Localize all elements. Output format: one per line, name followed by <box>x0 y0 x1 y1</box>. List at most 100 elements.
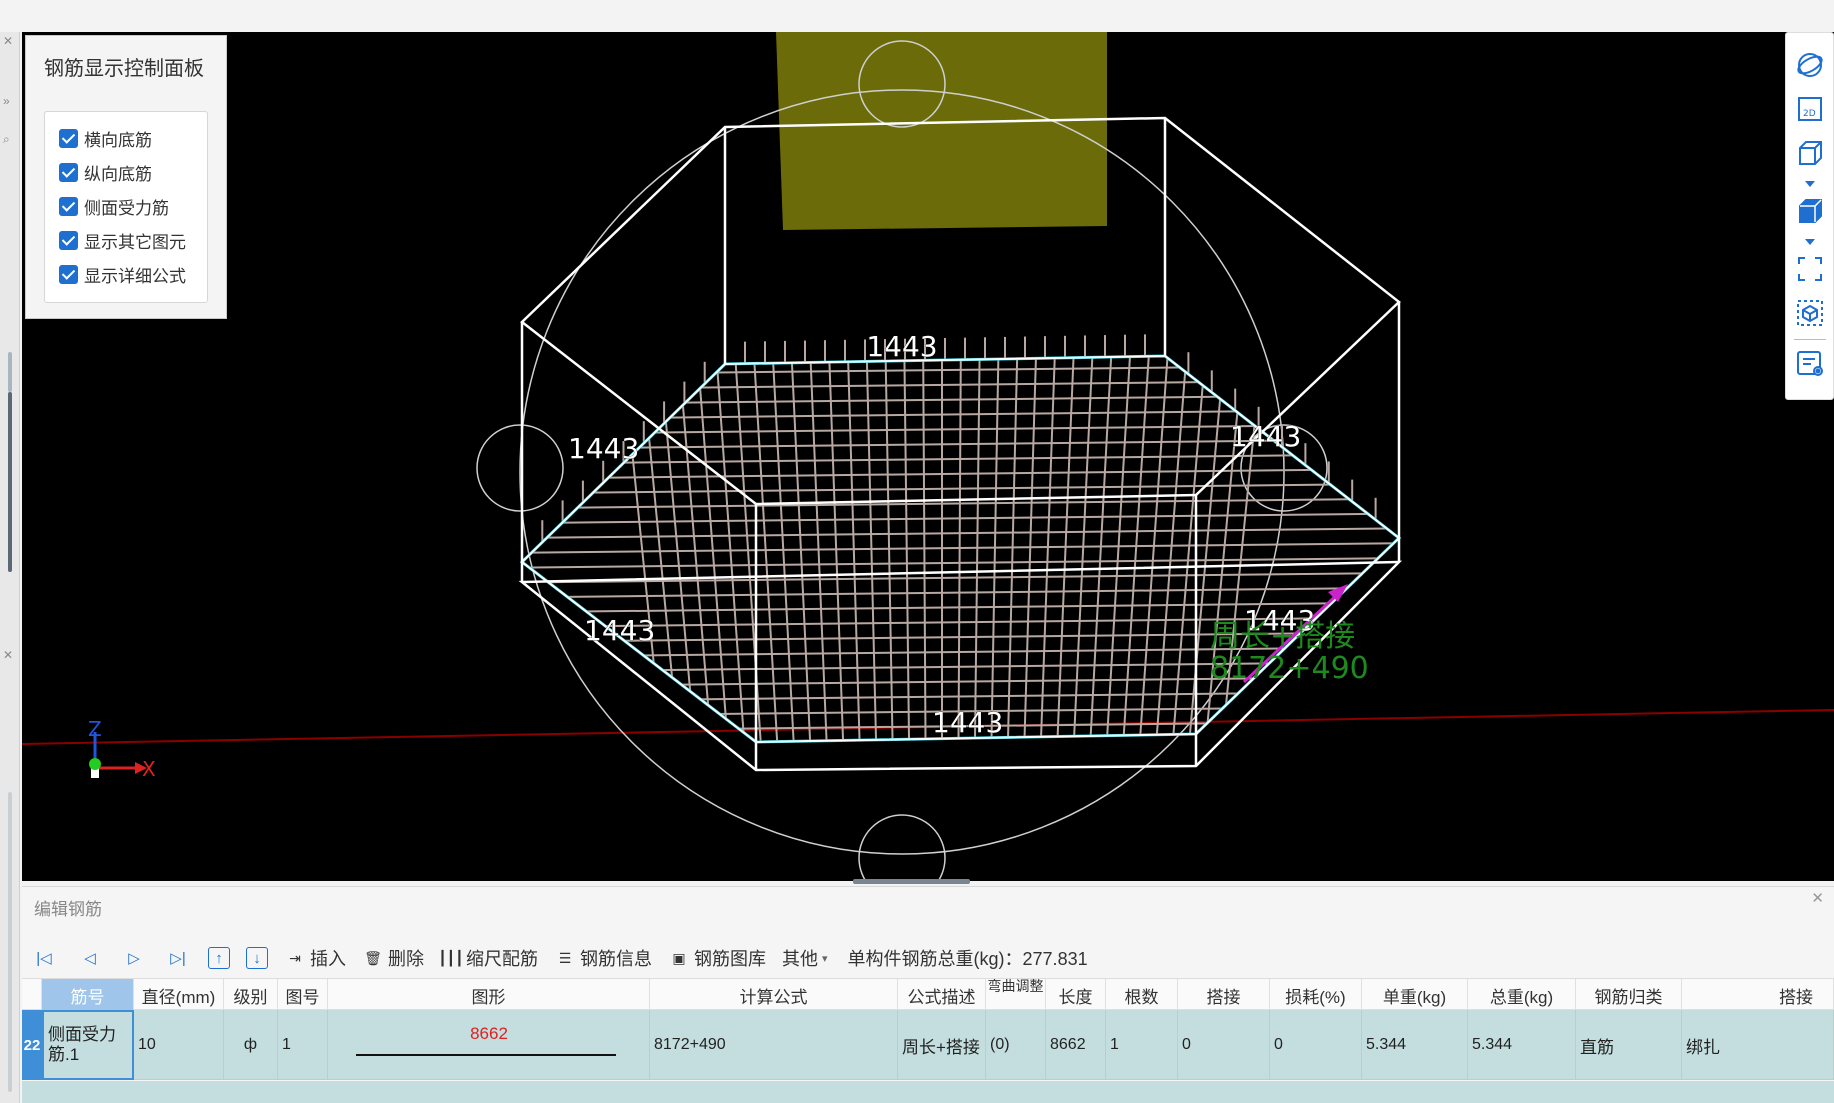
rebar-bar-vertical <box>1072 356 1094 742</box>
total-weight-label: 单构件钢筋总重(kg)：277.831 <box>847 949 1088 969</box>
next-record-icon[interactable]: ▷ <box>122 946 146 970</box>
col-header-shape[interactable]: 图形 <box>328 979 650 1011</box>
option-label: 显示其它图元 <box>84 232 186 252</box>
col-header-bar-no[interactable]: 筋号 <box>42 979 134 1011</box>
3d-box-icon[interactable] <box>1792 135 1828 171</box>
cell-length[interactable]: 8662 <box>1046 1010 1106 1080</box>
cell-bend-adjust[interactable]: (0) <box>986 1010 1046 1080</box>
scale-rebar-button[interactable]: ┃┃┃ 缩尺配筋 <box>438 945 538 971</box>
insert-icon: ⇥ <box>289 949 301 966</box>
col-header-length[interactable]: 长度 <box>1046 979 1106 1011</box>
cell-lap-type[interactable]: 绑扎 <box>1682 1010 1834 1080</box>
expand-icon[interactable]: » <box>3 94 10 108</box>
option-show-other-elements[interactable]: 显示其它图元 <box>59 226 186 254</box>
cell-shape[interactable]: 8662 <box>328 1010 650 1080</box>
close-icon-2[interactable]: ✕ <box>3 648 13 662</box>
library-icon: ▣ <box>672 949 686 966</box>
cell-formula-desc[interactable]: 周长+搭接 <box>898 1010 986 1080</box>
col-header-count[interactable]: 根数 <box>1106 979 1178 1011</box>
table-header: 筋号 直径(mm) 级别 图号 图形 计算公式 公式描述 弯曲调整 长度 根数 … <box>22 978 1834 1011</box>
col-header-lap[interactable]: 搭接 <box>1178 979 1270 1011</box>
move-up-icon[interactable]: ↑ <box>208 947 230 969</box>
checkbox-checked-icon[interactable] <box>59 128 78 148</box>
rebar-bar-vertical <box>828 356 845 742</box>
col-header-diameter[interactable]: 直径(mm) <box>134 979 224 1011</box>
panel-splitter[interactable] <box>853 879 970 884</box>
info-list-icon: ☰ <box>558 949 572 966</box>
checkbox-checked-icon[interactable] <box>59 196 78 216</box>
col-header-loss[interactable]: 损耗(%) <box>1270 979 1362 1011</box>
3d-viewport[interactable]: 1443 1443 1443 1443 1443 1443 周长+搭接 8172… <box>22 32 1834 881</box>
close-icon[interactable]: ✕ <box>3 34 13 48</box>
toolbar-separator <box>1794 339 1826 340</box>
cell-bar-name[interactable]: 侧面受力筋.1 <box>42 1010 134 1080</box>
rebar-bar-vertical <box>809 356 828 742</box>
cell-total-weight[interactable]: 5.344 <box>1468 1010 1576 1080</box>
cell-count[interactable]: 1 <box>1106 1010 1178 1080</box>
table-row-next[interactable] <box>22 1081 1834 1103</box>
col-header-formula[interactable]: 计算公式 <box>650 979 898 1011</box>
first-record-icon[interactable]: |◁ <box>32 946 56 970</box>
option-side-rebar[interactable]: 侧面受力筋 <box>59 192 169 220</box>
cell-shape-no[interactable]: 1 <box>278 1010 328 1080</box>
insert-button[interactable]: ⇥ 插入 <box>284 945 346 971</box>
close-icon[interactable]: ✕ <box>1811 889 1824 907</box>
col-header-category[interactable]: 钢筋归类 <box>1576 979 1682 1011</box>
fit-view-icon[interactable] <box>1792 251 1828 287</box>
orbit-icon[interactable] <box>1792 47 1828 83</box>
move-down-icon[interactable]: ↓ <box>246 947 268 969</box>
rebar-bar-vertical <box>639 356 680 742</box>
col-header-grade[interactable]: 级别 <box>224 979 278 1011</box>
option-horizontal-bottom-rebar[interactable]: 横向底筋 <box>59 124 152 152</box>
table-row[interactable]: 22 侧面受力筋.1 10 ф 1 8662 8172+490 周长+搭接 (0… <box>22 1010 1834 1080</box>
cell-grade[interactable]: ф <box>224 1010 278 1080</box>
cell-diameter[interactable]: 10 <box>134 1010 224 1080</box>
last-record-icon[interactable]: ▷| <box>166 946 190 970</box>
cell-formula[interactable]: 8172+490 <box>650 1010 898 1080</box>
col-header-total-weight[interactable]: 总重(kg) <box>1468 979 1576 1011</box>
option-label: 横向底筋 <box>84 130 152 150</box>
cell-category[interactable]: 直筋 <box>1576 1010 1682 1080</box>
col-header-lap-type[interactable]: 搭接 <box>1682 979 1834 1011</box>
row-number[interactable]: 22 <box>22 1010 42 1080</box>
previous-record-icon[interactable]: ◁ <box>78 946 102 970</box>
option-show-detailed-formula[interactable]: 显示详细公式 <box>59 260 186 288</box>
chevron-down-icon-2[interactable] <box>1805 239 1815 245</box>
cell-lap[interactable]: 0 <box>1178 1010 1270 1080</box>
option-label: 显示详细公式 <box>84 266 186 286</box>
rebar-bar-vertical <box>1155 356 1188 742</box>
dim-label-bottom-left: 1443 <box>584 614 655 647</box>
2d-view-icon[interactable]: 2D <box>1792 91 1828 127</box>
chevron-down-icon[interactable] <box>1805 181 1815 187</box>
col-header-shape-no[interactable]: 图号 <box>278 979 328 1011</box>
solid-box-icon[interactable] <box>1792 193 1828 229</box>
shape-preview: 8662 <box>328 1010 650 1080</box>
other-dropdown[interactable]: 其他 ▾ <box>782 945 828 971</box>
rebar-info-button[interactable]: ☰ 钢筋信息 <box>554 945 652 971</box>
rebar-info-view-icon[interactable] <box>1792 345 1828 381</box>
dim-label-bottom: 1443 <box>932 706 1003 739</box>
rebar-bar-vertical <box>1171 356 1207 742</box>
rebar-bar-vertical <box>1138 356 1169 742</box>
cell-unit-weight[interactable]: 5.344 <box>1362 1010 1468 1080</box>
checkbox-checked-icon[interactable] <box>59 230 78 250</box>
checkbox-checked-icon[interactable] <box>59 162 78 182</box>
rebar-3d-scene: 1443 1443 1443 1443 1443 1443 周长+搭接 8172… <box>22 32 1834 881</box>
cube-select-icon[interactable] <box>1792 295 1828 331</box>
scrollbar-track[interactable] <box>8 792 12 1092</box>
checkbox-checked-icon[interactable] <box>59 264 78 284</box>
col-header-formula-desc[interactable]: 公式描述 <box>898 979 986 1011</box>
side-splitter[interactable] <box>8 392 12 572</box>
axis-x-label: X <box>142 757 156 781</box>
rebar-library-button[interactable]: ▣ 钢筋图库 <box>668 945 766 971</box>
rebar-bar-horizontal <box>522 556 1399 569</box>
col-header-unit-weight[interactable]: 单重(kg) <box>1362 979 1468 1011</box>
option-vertical-bottom-rebar[interactable]: 纵向底筋 <box>59 158 152 186</box>
scrollbar-thumb[interactable] <box>8 352 12 392</box>
col-header-bend-adjust[interactable]: 弯曲调整 <box>986 979 1046 1011</box>
search-icon[interactable]: ⌕ <box>3 132 10 147</box>
delete-button[interactable]: 🗑 删除 <box>362 945 424 971</box>
axis-gizmo: Z X <box>88 717 156 781</box>
cell-loss[interactable]: 0 <box>1270 1010 1362 1080</box>
dim-label-top: 1443 <box>866 330 937 363</box>
